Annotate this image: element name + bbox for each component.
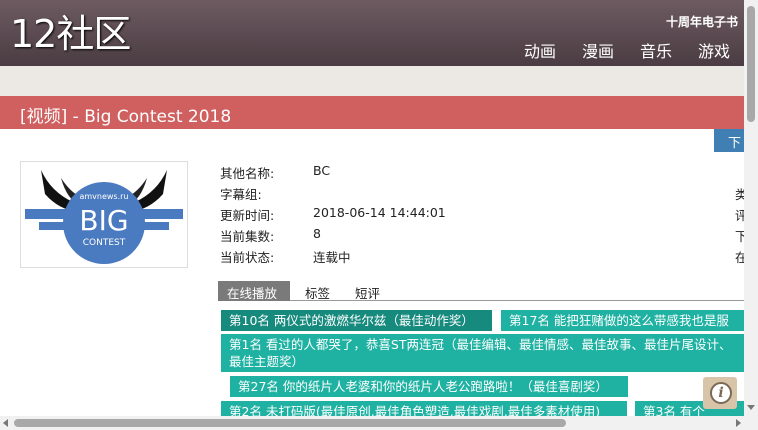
anniversary-ebook-link[interactable]: 十周年电子书 bbox=[666, 13, 738, 30]
info-value: BC bbox=[313, 163, 331, 178]
info-row-episodes: 当前集数: 8 bbox=[220, 226, 446, 247]
info-right-label: 评 bbox=[735, 208, 744, 223]
info-row-subgroup: 字幕组: bbox=[220, 184, 446, 205]
vertical-scrollbar[interactable] bbox=[744, 0, 758, 416]
page-title-bar: [视频] - Big Contest 2018 bbox=[0, 96, 744, 129]
info-key: 更新时间: bbox=[220, 208, 275, 223]
horizontal-scroll-thumb[interactable] bbox=[14, 419, 566, 427]
nav-music[interactable]: 音乐 bbox=[640, 38, 672, 62]
cover-image: amvnews.ru BIG CONTEST bbox=[20, 161, 188, 268]
site-header: 12社区 十周年电子书 动画 漫画 音乐 游戏 bbox=[0, 0, 744, 66]
info-key: 字幕组: bbox=[220, 187, 262, 202]
tab-tags[interactable]: 标签 bbox=[305, 281, 330, 301]
big-contest-logo: amvnews.ru BIG CONTEST bbox=[25, 170, 183, 264]
download-button[interactable]: 下 bbox=[714, 129, 744, 152]
info-right-label: 类 bbox=[735, 187, 744, 202]
episode-item[interactable]: 第27名 你的纸片人老婆和你的纸片人老公跑路啦！（最佳喜剧奖） bbox=[230, 376, 628, 397]
info-row-status: 当前状态: 连载中 bbox=[220, 247, 446, 268]
nav-manga[interactable]: 漫画 bbox=[582, 38, 614, 62]
logo-site-text: amvnews.ru bbox=[79, 192, 128, 201]
page-title: [视频] - Big Contest 2018 bbox=[20, 107, 232, 127]
info-value: 2018-06-14 14:44:01 bbox=[313, 205, 446, 220]
info-key: 当前集数: bbox=[220, 229, 275, 244]
info-key: 其他名称: bbox=[220, 166, 275, 181]
logo-big-text: BIG bbox=[79, 204, 128, 237]
info-button[interactable]: i bbox=[703, 377, 737, 409]
tab-online-play[interactable]: 在线播放 bbox=[218, 281, 290, 301]
info-list: 其他名称: BC 字幕组: 更新时间: 2018-06-14 14:44:01 … bbox=[220, 163, 446, 268]
nav-games[interactable]: 游戏 bbox=[698, 38, 730, 62]
site-logo[interactable]: 12社区 bbox=[10, 12, 131, 56]
sub-header-strip bbox=[0, 66, 744, 96]
info-value: 连载中 bbox=[313, 250, 351, 265]
content-tabs: 在线播放 标签 短评 bbox=[218, 281, 744, 301]
episode-item[interactable]: 第2名 未打码版(最佳原创,最佳角色塑造,最佳戏剧,最佳多素材使用) bbox=[221, 401, 627, 416]
info-right-label: 下 bbox=[735, 229, 744, 244]
scroll-down-arrow-icon[interactable] bbox=[747, 405, 755, 410]
info-row-alias: 其他名称: BC bbox=[220, 163, 446, 184]
info-row-updated: 更新时间: 2018-06-14 14:44:01 bbox=[220, 205, 446, 226]
page-viewport: 12社区 十周年电子书 动画 漫画 音乐 游戏 [视频] - Big Conte… bbox=[0, 0, 744, 416]
nav-anime[interactable]: 动画 bbox=[524, 38, 556, 62]
main-nav: 动画 漫画 音乐 游戏 bbox=[524, 38, 730, 62]
scroll-right-arrow-icon[interactable] bbox=[736, 419, 741, 427]
info-icon: i bbox=[710, 382, 732, 404]
horizontal-scrollbar[interactable] bbox=[0, 416, 758, 430]
logo-contest-text: CONTEST bbox=[83, 238, 126, 248]
info-right-label: 在 bbox=[735, 250, 744, 265]
info-value: 8 bbox=[313, 226, 321, 241]
vertical-scroll-thumb[interactable] bbox=[747, 6, 755, 122]
episode-item[interactable]: 第1名 看过的人都哭了，恭喜ST两连冠（最佳编辑、最佳情感、最佳故事、最佳片尾设… bbox=[221, 334, 744, 372]
scroll-left-arrow-icon[interactable] bbox=[3, 419, 8, 427]
episode-item[interactable]: 第10名 两仪式的激燃华尔兹（最佳动作奖） bbox=[221, 310, 492, 331]
episode-item[interactable]: 第17名 能把狂赌做的这么带感我也是服 bbox=[501, 310, 744, 331]
tab-comments[interactable]: 短评 bbox=[355, 281, 380, 301]
info-key: 当前状态: bbox=[220, 250, 275, 265]
